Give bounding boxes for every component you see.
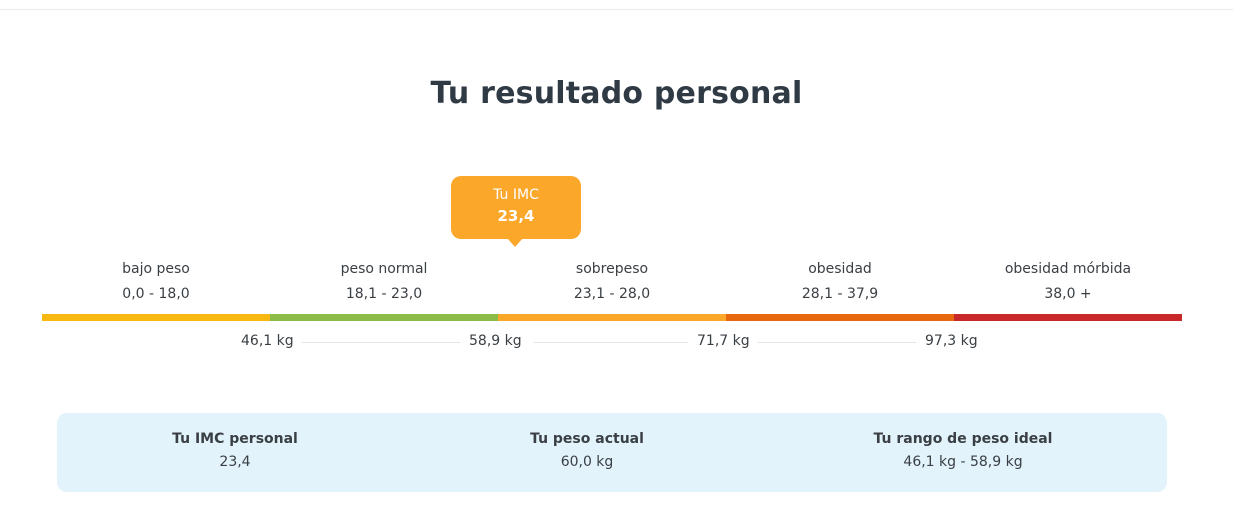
summary-weight-value: 60,0 kg xyxy=(560,454,614,470)
scale-segment-obesidad xyxy=(726,314,954,321)
summary-card: Tu IMC personal 23,4 Tu peso actual 60,0… xyxy=(57,413,1167,492)
category-bajo-peso: bajo peso 0,0 - 18,0 xyxy=(42,261,270,302)
weight-threshold-label: 46,1 kg xyxy=(241,333,294,349)
weight-connector-line xyxy=(302,342,460,343)
category-name: peso normal xyxy=(340,261,428,277)
category-range: 18,1 - 23,0 xyxy=(345,286,423,302)
summary-weight-label: Tu peso actual xyxy=(530,431,644,447)
category-name: obesidad mórbida xyxy=(1004,261,1132,277)
bmi-tooltip-value: 23,4 xyxy=(497,207,535,225)
weight-threshold-label: 58,9 kg xyxy=(469,333,522,349)
bmi-scale-bar xyxy=(42,314,1182,321)
weight-threshold-label: 71,7 kg xyxy=(697,333,750,349)
bmi-tooltip-label: Tu IMC xyxy=(493,187,539,203)
category-sobrepeso: sobrepeso 23,1 - 28,0 xyxy=(498,261,726,302)
summary-bmi-label: Tu IMC personal xyxy=(172,431,298,447)
category-range: 0,0 - 18,0 xyxy=(122,286,190,302)
category-range: 23,1 - 28,0 xyxy=(573,286,651,302)
summary-ideal-value: 46,1 kg - 58,9 kg xyxy=(903,454,1023,470)
category-peso-normal: peso normal 18,1 - 23,0 xyxy=(270,261,498,302)
category-range: 38,0 + xyxy=(1044,286,1092,302)
weight-connector-line xyxy=(534,342,688,343)
page-title: Tu resultado personal xyxy=(430,76,803,111)
summary-ideal-label: Tu rango de peso ideal xyxy=(873,431,1053,447)
summary-bmi-value: 23,4 xyxy=(219,454,251,470)
category-obesidad: obesidad 28,1 - 37,9 xyxy=(726,261,954,302)
weight-threshold-label: 97,3 kg xyxy=(925,333,978,349)
category-name: sobrepeso xyxy=(575,261,649,277)
category-obesidad-morbida: obesidad mórbida 38,0 + xyxy=(954,261,1182,302)
bmi-tooltip: Tu IMC 23,4 xyxy=(451,176,581,247)
category-range: 28,1 - 37,9 xyxy=(801,286,879,302)
category-name: bajo peso xyxy=(122,261,190,277)
category-name: obesidad xyxy=(808,261,872,277)
scale-segment-peso-normal xyxy=(270,314,498,321)
scale-segment-sobrepeso xyxy=(498,314,726,321)
summary-ideal-range: Tu rango de peso ideal 46,1 kg - 58,9 kg xyxy=(785,431,1141,470)
tooltip-pointer-icon xyxy=(507,238,523,247)
summary-current-weight: Tu peso actual 60,0 kg xyxy=(409,431,765,470)
summary-bmi: Tu IMC personal 23,4 xyxy=(57,431,413,470)
scale-segment-obesidad-morbida xyxy=(954,314,1182,321)
top-divider xyxy=(0,9,1233,10)
scale-segment-bajo-peso xyxy=(42,314,270,321)
weight-connector-line xyxy=(758,342,916,343)
